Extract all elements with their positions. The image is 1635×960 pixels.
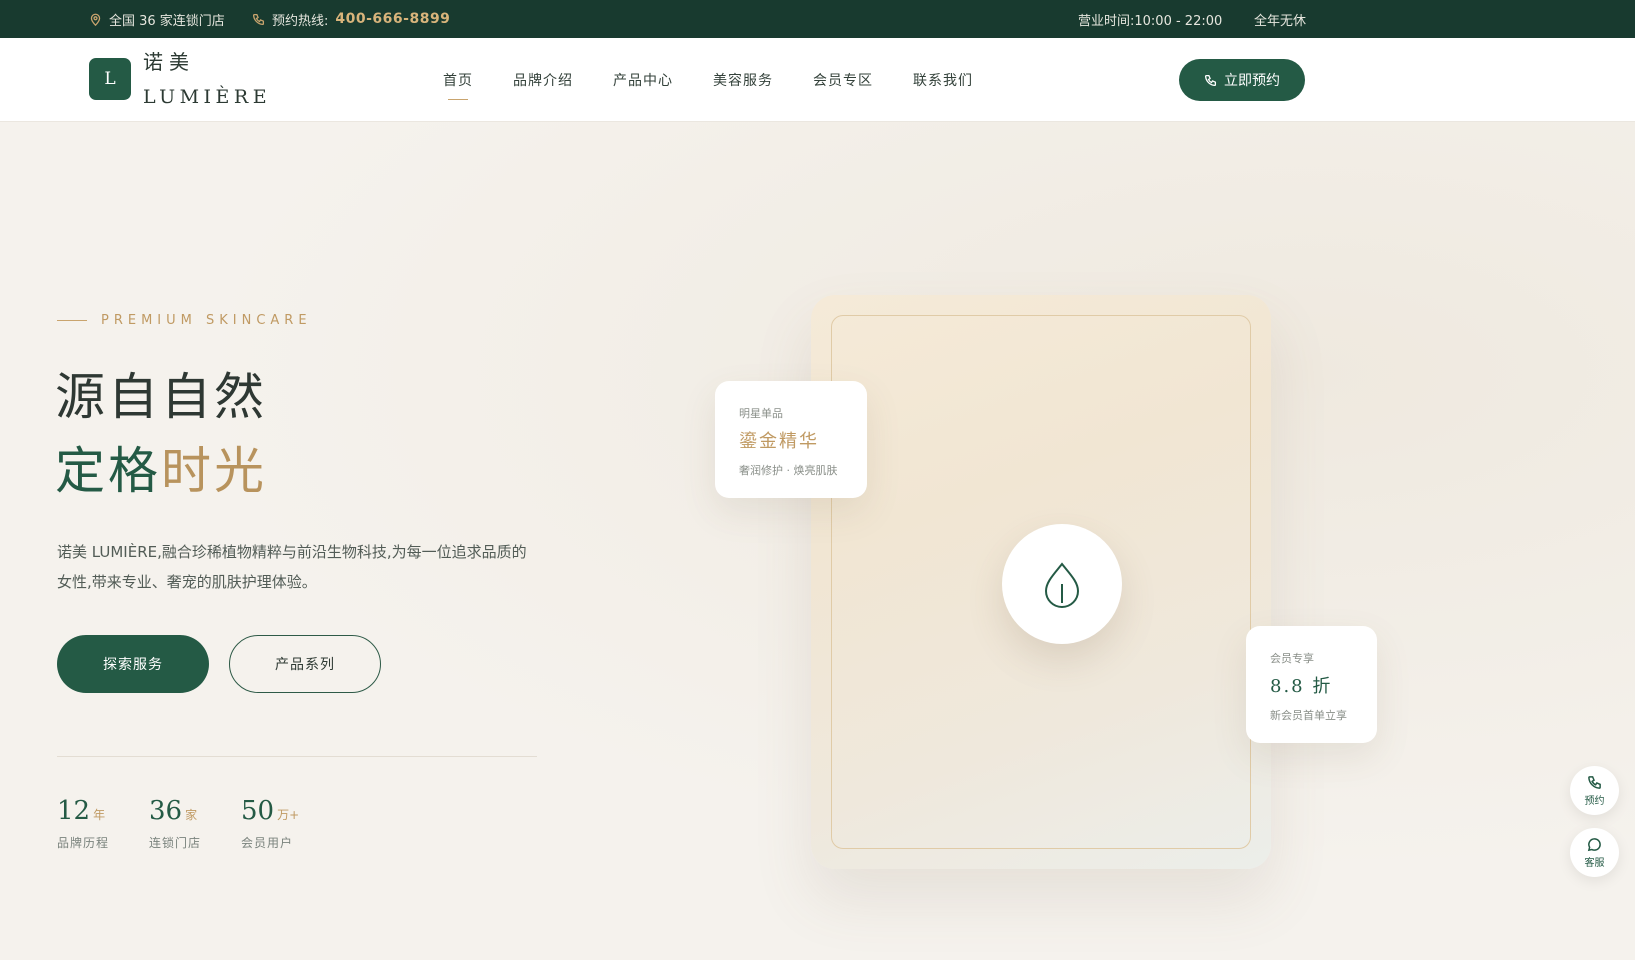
headline-line-2-green: 定格	[55, 442, 161, 500]
phone-icon	[1588, 775, 1601, 789]
drop-badge	[1002, 524, 1122, 644]
hero-intro: 诺美 LUMIÈRE,融合珍稀植物精粹与前沿生物科技,为每一位追求品质的女性,带…	[57, 543, 527, 591]
nav-item-members[interactable]: 会员专区	[813, 70, 873, 90]
stat-stores-label: 连锁门店	[149, 836, 202, 850]
chat-bubble-icon	[1587, 837, 1601, 851]
product-visual-card	[811, 295, 1271, 869]
nav-item-contact[interactable]: 联系我们	[913, 70, 973, 90]
stat-years-label: 品牌历程	[57, 836, 110, 850]
side-book-label: 预约	[1584, 795, 1605, 807]
product-visual-frame	[831, 315, 1251, 849]
open-all-year: 全年无休	[1254, 13, 1307, 29]
stat-members-value: 50	[241, 796, 275, 826]
star-product-tag: 明星单品	[739, 407, 783, 420]
nav-item-brand[interactable]: 品牌介绍	[513, 70, 573, 90]
hotline-number[interactable]: 400-666-8899	[335, 11, 450, 27]
store-count-text: 全国 36 家连锁门店	[109, 13, 225, 29]
member-offer-card[interactable]: 会员专享 8.8 折 新会员首单立享	[1246, 626, 1377, 743]
member-offer-desc: 新会员首单立享	[1270, 709, 1347, 722]
star-product-card[interactable]: 明星单品 鎏金精华 奢润修护 · 焕亮肌肤	[715, 381, 867, 498]
location-pin-icon	[90, 13, 101, 26]
phone-icon	[252, 13, 265, 25]
brand-name-cn[interactable]: 诺美	[143, 46, 195, 75]
member-offer-tag: 会员专享	[1270, 652, 1314, 665]
headline-line-1: 源自自然	[55, 368, 267, 426]
headline-line-2-gold: 时光	[161, 442, 267, 500]
star-product-desc: 奢润修护 · 焕亮肌肤	[739, 464, 838, 477]
headline-line-2: 定格时光	[55, 441, 267, 501]
member-offer-title: 8.8 折	[1270, 676, 1333, 697]
stat-stores-value: 36	[149, 796, 183, 826]
stat-stores-unit: 家	[185, 808, 198, 822]
brand-name-en[interactable]: LUMIÈRE	[143, 86, 271, 108]
store-count: 全国 36 家连锁门店	[89, 0, 225, 38]
stat-years-value: 12	[57, 796, 91, 826]
stat-years-unit: 年	[93, 808, 106, 822]
hotline-label: 预约热线:	[272, 13, 329, 29]
logo-mark[interactable]: L	[89, 58, 131, 100]
main-navbar: L 诺美 LUMIÈRE 首页 品牌介绍 产品中心 美容服务 会员专区 联系我们…	[0, 38, 1635, 122]
side-book-button[interactable]: 预约	[1570, 766, 1619, 815]
stat-stores: 36 家 连锁门店	[149, 796, 201, 851]
book-now-button[interactable]: 立即预约	[1179, 59, 1305, 101]
side-service-label: 客服	[1584, 857, 1605, 869]
stat-members-unit: 万+	[277, 808, 300, 822]
stat-members: 50 万+ 会员用户	[241, 796, 299, 851]
drop-leaf-icon	[1044, 562, 1080, 608]
hero-divider	[57, 756, 537, 757]
nav-menu: 首页 品牌介绍 产品中心 美容服务 会员专区 联系我们	[443, 38, 1013, 122]
nav-item-products[interactable]: 产品中心	[613, 70, 673, 90]
side-service-button[interactable]: 客服	[1570, 828, 1619, 877]
nav-item-home[interactable]: 首页	[443, 70, 473, 100]
stat-years: 12 年 品牌历程	[57, 796, 109, 851]
hero-eyebrow: PREMIUM SKINCARE	[57, 313, 312, 328]
explore-services-button[interactable]: 探索服务	[57, 635, 209, 693]
business-hours: 营业时间:10:00 - 22:00	[1078, 13, 1223, 29]
nav-item-services[interactable]: 美容服务	[713, 70, 773, 90]
book-now-label: 立即预约	[1224, 73, 1280, 89]
phone-icon	[1204, 74, 1217, 86]
eyebrow-line	[57, 320, 87, 321]
product-series-button[interactable]: 产品系列	[229, 635, 381, 693]
top-info-bar: 全国 36 家连锁门店 预约热线: 400-666-8899 营业时间:10:0…	[0, 0, 1635, 38]
hotline[interactable]: 预约热线: 400-666-8899	[252, 0, 450, 38]
star-product-title: 鎏金精华	[739, 431, 819, 452]
eyebrow-text: PREMIUM SKINCARE	[101, 313, 312, 328]
stat-members-label: 会员用户	[241, 836, 294, 850]
